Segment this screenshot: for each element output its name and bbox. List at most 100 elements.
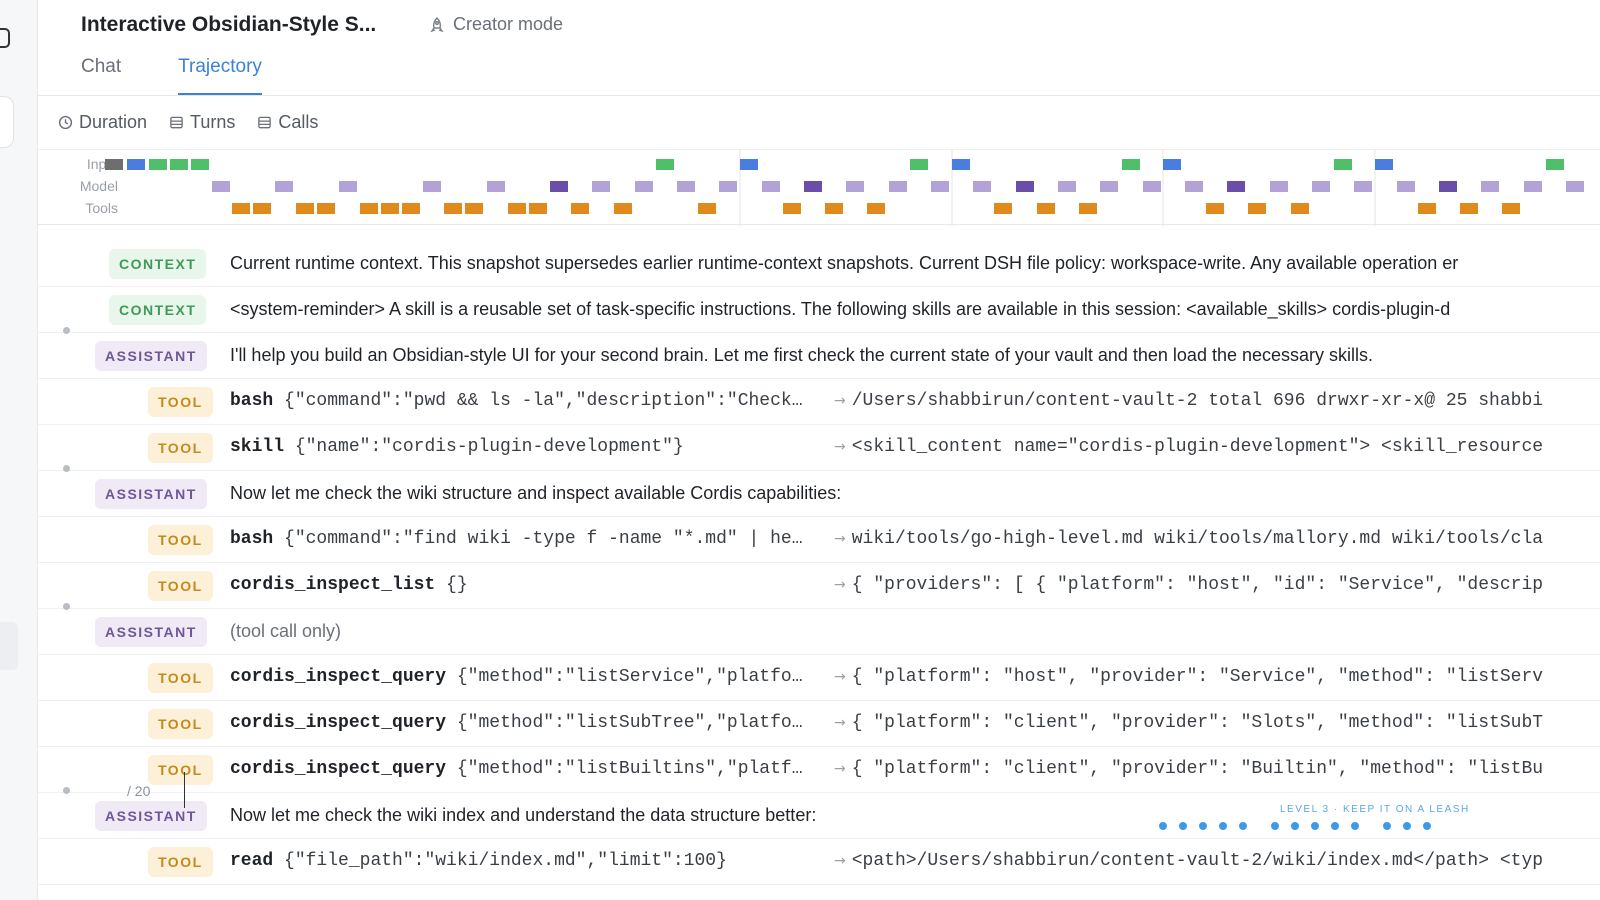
timeline-model-block[interactable] [1100, 181, 1118, 192]
trajectory-row[interactable]: CONTEXT <system-reminder> A skill is a re… [38, 287, 1600, 333]
timeline-model-block[interactable] [846, 181, 864, 192]
timeline-tool-block[interactable] [1079, 203, 1097, 214]
tab-chat[interactable]: Chat [81, 56, 121, 96]
timeline-model-block[interactable] [635, 181, 653, 192]
timeline-input-block[interactable] [127, 159, 145, 170]
timeline-tool-block[interactable] [1037, 203, 1055, 214]
timeline-input-block[interactable] [149, 159, 167, 170]
timeline-tool-block[interactable] [1502, 203, 1520, 214]
timeline-model-block[interactable] [1227, 181, 1245, 192]
trajectory-row[interactable]: TOOL cordis_inspect_list {} → { "providers"… [38, 563, 1600, 609]
rail-selected-item[interactable] [0, 622, 18, 670]
timeline-model-block[interactable] [889, 181, 907, 192]
panel-toggle-icon[interactable] [0, 28, 10, 48]
timeline-tool-block[interactable] [1248, 203, 1266, 214]
timeline-input-block[interactable] [1122, 159, 1140, 170]
rail-card[interactable] [0, 96, 14, 148]
turns-toggle[interactable]: Turns [169, 112, 235, 133]
timeline-input-block[interactable] [952, 159, 970, 170]
trajectory-row[interactable]: CONTEXT Current runtime context. This sna… [38, 241, 1600, 287]
row-text: Now let me check the wiki index and unde… [230, 805, 817, 825]
timeline-input-block[interactable] [1546, 159, 1564, 170]
trajectory-row[interactable]: ASSISTANT Now let me check the wiki index… [38, 787, 1600, 839]
trajectory-row[interactable]: ASSISTANT Now let me check the wiki struc… [38, 465, 1600, 517]
timeline-tool-block[interactable] [1206, 203, 1224, 214]
timeline-model-block[interactable] [1397, 181, 1415, 192]
timeline-model-block[interactable] [339, 181, 357, 192]
tab-trajectory[interactable]: Trajectory [178, 56, 262, 96]
timeline-model-block[interactable] [931, 181, 949, 192]
trajectory-row[interactable]: ASSISTANT (tool call only) [38, 603, 1600, 655]
timeline-model-block[interactable] [1354, 181, 1372, 192]
timeline-model-block[interactable] [1270, 181, 1288, 192]
trajectory-row[interactable]: TOOL read {"file_path":"wiki/index.md","l… [38, 839, 1600, 885]
timeline-tool-block[interactable] [444, 203, 462, 214]
timeline-input-block[interactable] [740, 159, 758, 170]
timeline-model-block[interactable] [1439, 181, 1457, 192]
timeline-input-block[interactable] [170, 159, 188, 170]
duration-toggle[interactable]: Duration [58, 112, 147, 133]
timeline-tool-block[interactable] [614, 203, 632, 214]
timeline-model-block[interactable] [275, 181, 293, 192]
timeline-model-block[interactable] [423, 181, 441, 192]
timeline-tool-block[interactable] [381, 203, 399, 214]
tool-name: cordis_inspect_query [230, 759, 447, 779]
timeline-input-block[interactable] [656, 159, 674, 170]
timeline-model-block[interactable] [550, 181, 568, 192]
timeline-tool-block[interactable] [571, 203, 589, 214]
trajectory-timeline[interactable]: Input Model Tools [38, 149, 1600, 226]
timeline-model-block[interactable] [592, 181, 610, 192]
trajectory-row[interactable]: TOOL bash {"command":"find wiki -type f -… [38, 517, 1600, 563]
timeline-model-block[interactable] [487, 181, 505, 192]
trajectory-row[interactable]: TOOL skill {"name":"cordis-plugin-develop… [38, 425, 1600, 471]
trajectory-row[interactable]: TOOL cordis_inspect_query {"method":"list… [38, 701, 1600, 747]
timeline-model-block[interactable] [719, 181, 737, 192]
trajectory-row[interactable]: TOOL cordis_inspect_query {"method":"list… [38, 747, 1600, 793]
timeline-input-block[interactable] [1334, 159, 1352, 170]
timeline-input-block[interactable] [910, 159, 928, 170]
timeline-tool-block[interactable] [360, 203, 378, 214]
timeline-model-block[interactable] [804, 181, 822, 192]
timeline-model-block[interactable] [1566, 181, 1584, 192]
timeline-input-block[interactable] [1375, 159, 1393, 170]
timeline-model-block[interactable] [1524, 181, 1542, 192]
timeline-tool-block[interactable] [698, 203, 716, 214]
timeline-tool-block[interactable] [253, 203, 271, 214]
tool-badge: TOOL [148, 387, 213, 417]
timeline-input-block[interactable] [105, 159, 123, 170]
timeline-canvas[interactable] [38, 150, 1600, 226]
trajectory-row[interactable]: TOOL bash {"command":"pwd && ls -la","des… [38, 379, 1600, 425]
timeline-model-block[interactable] [1481, 181, 1499, 192]
timeline-tool-block[interactable] [825, 203, 843, 214]
timeline-tool-block[interactable] [867, 203, 885, 214]
calls-toggle[interactable]: Calls [257, 112, 318, 133]
trajectory-row[interactable]: TOOL cordis_inspect_query {"method":"list… [38, 655, 1600, 701]
timeline-tool-block[interactable] [232, 203, 250, 214]
tool-result: → { "providers": [ { "platform": "host", … [834, 575, 1543, 595]
timeline-input-block[interactable] [191, 159, 209, 170]
timeline-model-block[interactable] [212, 181, 230, 192]
timeline-tool-block[interactable] [296, 203, 314, 214]
timeline-tool-block[interactable] [317, 203, 335, 214]
trajectory-row[interactable]: ASSISTANT I'll help you build an Obsidian… [38, 327, 1600, 379]
timeline-model-block[interactable] [1143, 181, 1161, 192]
timeline-tool-block[interactable] [994, 203, 1012, 214]
timeline-model-block[interactable] [677, 181, 695, 192]
timeline-tool-block[interactable] [783, 203, 801, 214]
timeline-tool-block[interactable] [1460, 203, 1478, 214]
timeline-tool-block[interactable] [402, 203, 420, 214]
timeline-model-block[interactable] [1312, 181, 1330, 192]
timeline-model-block[interactable] [1058, 181, 1076, 192]
timeline-tool-block[interactable] [1291, 203, 1309, 214]
timeline-input-block[interactable] [1163, 159, 1181, 170]
creator-mode-button[interactable]: Creator mode [428, 14, 563, 35]
timeline-model-block[interactable] [1185, 181, 1203, 192]
timeline-tool-block[interactable] [529, 203, 547, 214]
tool-result-text: { "platform": "client", "provider": "Bui… [851, 759, 1544, 779]
timeline-tool-block[interactable] [465, 203, 483, 214]
timeline-tool-block[interactable] [1418, 203, 1436, 214]
timeline-model-block[interactable] [973, 181, 991, 192]
timeline-tool-block[interactable] [508, 203, 526, 214]
timeline-model-block[interactable] [762, 181, 780, 192]
timeline-model-block[interactable] [1016, 181, 1034, 192]
